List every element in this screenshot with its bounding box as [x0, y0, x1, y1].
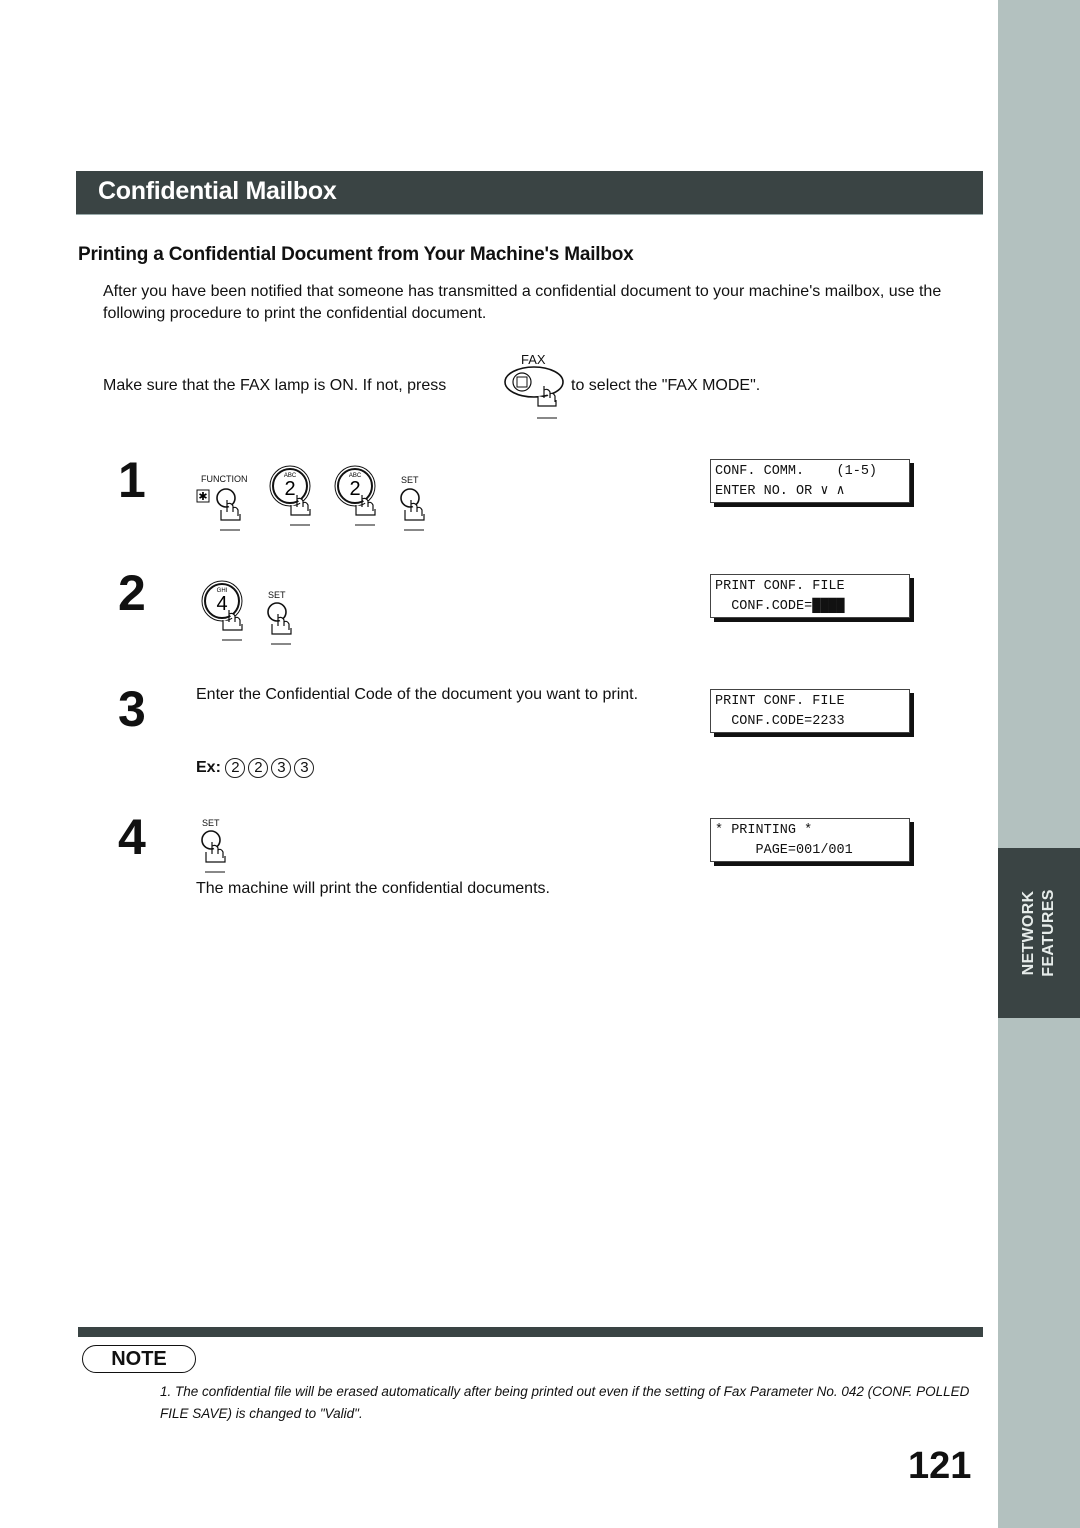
svg-text:2: 2: [349, 478, 360, 500]
step-number: 2: [118, 565, 146, 621]
note-divider: [78, 1327, 983, 1337]
note-badge: NOTE: [82, 1345, 196, 1373]
example-label: Ex:: [196, 759, 221, 776]
set-key-label: SET: [401, 475, 419, 485]
lcd-line2: CONF.CODE=████: [715, 599, 845, 614]
step3-instruction: Enter the Confidential Code of the docum…: [196, 686, 639, 703]
svg-text:4: 4: [216, 593, 227, 615]
set-key-label: SET: [202, 818, 220, 828]
chapter-title-bar: Confidential Mailbox: [76, 171, 983, 215]
section-tab-line1: NETWORK: [1020, 890, 1037, 976]
lcd-display-step1: CONF. COMM. (1-5) ENTER NO. OR ∨ ∧: [710, 459, 910, 503]
example-code: Ex: 2233: [196, 758, 317, 778]
key-2-icon: ABC 2: [269, 465, 311, 526]
lcd-line2: ENTER NO. OR ∨ ∧: [715, 484, 845, 499]
section-tab-network-features[interactable]: NETWORK FEATURES: [998, 848, 1080, 1018]
digit-key-icon: 2: [225, 758, 246, 778]
digit-key-icon: 3: [294, 758, 315, 778]
lcd-line2: PAGE=001/001: [715, 843, 853, 858]
svg-text:✱: ✱: [198, 491, 207, 503]
set-key-label: SET: [268, 590, 286, 600]
page-number: 121: [908, 1445, 972, 1487]
digit-key-icon: 2: [248, 758, 269, 778]
side-thumb-index: [998, 0, 1080, 1528]
fax-key-press-icon: [504, 366, 564, 419]
step-number: 4: [118, 809, 146, 865]
step4-result-text: The machine will print the confidential …: [196, 880, 550, 897]
key-4-icon: GHI 4: [201, 580, 243, 641]
lcd-line1: PRINT CONF. FILE: [715, 579, 845, 594]
function-key-icon: ✱: [196, 488, 241, 531]
set-key-icon: [400, 488, 425, 531]
svg-text:2: 2: [284, 478, 295, 500]
section-tab-line2: FEATURES: [1040, 889, 1057, 977]
lcd-line1: CONF. COMM. (1-5): [715, 464, 878, 479]
lcd-line1: * PRINTING *: [715, 823, 813, 838]
step-number: 1: [118, 452, 146, 508]
set-key-icon: [267, 602, 292, 645]
lcd-line1: PRINT CONF. FILE: [715, 694, 845, 709]
fax-key-label: FAX: [521, 352, 546, 367]
function-key-label: FUNCTION: [201, 474, 248, 484]
note-item: 1. The confidential file will be erased …: [160, 1384, 970, 1421]
fax-instruction-text: Make sure that the FAX lamp is ON. If no…: [103, 377, 447, 394]
lcd-line2: CONF.CODE=2233: [715, 714, 845, 729]
section-heading: Printing a Confidential Document from Yo…: [78, 244, 634, 265]
set-key-icon: [201, 830, 226, 873]
step-number: 3: [118, 681, 146, 737]
lcd-display-step4: * PRINTING * PAGE=001/001: [710, 818, 910, 862]
digit-key-icon: 3: [271, 758, 292, 778]
fax-instruction-suffix: to select the "FAX MODE".: [571, 377, 761, 394]
lcd-display-step3: PRINT CONF. FILE CONF.CODE=2233: [710, 689, 910, 733]
intro-paragraph: After you have been notified that someon…: [103, 283, 942, 322]
key-2-icon: ABC 2: [334, 465, 376, 526]
chapter-title: Confidential Mailbox: [98, 177, 337, 205]
lcd-display-step2: PRINT CONF. FILE CONF.CODE=████: [710, 574, 910, 618]
